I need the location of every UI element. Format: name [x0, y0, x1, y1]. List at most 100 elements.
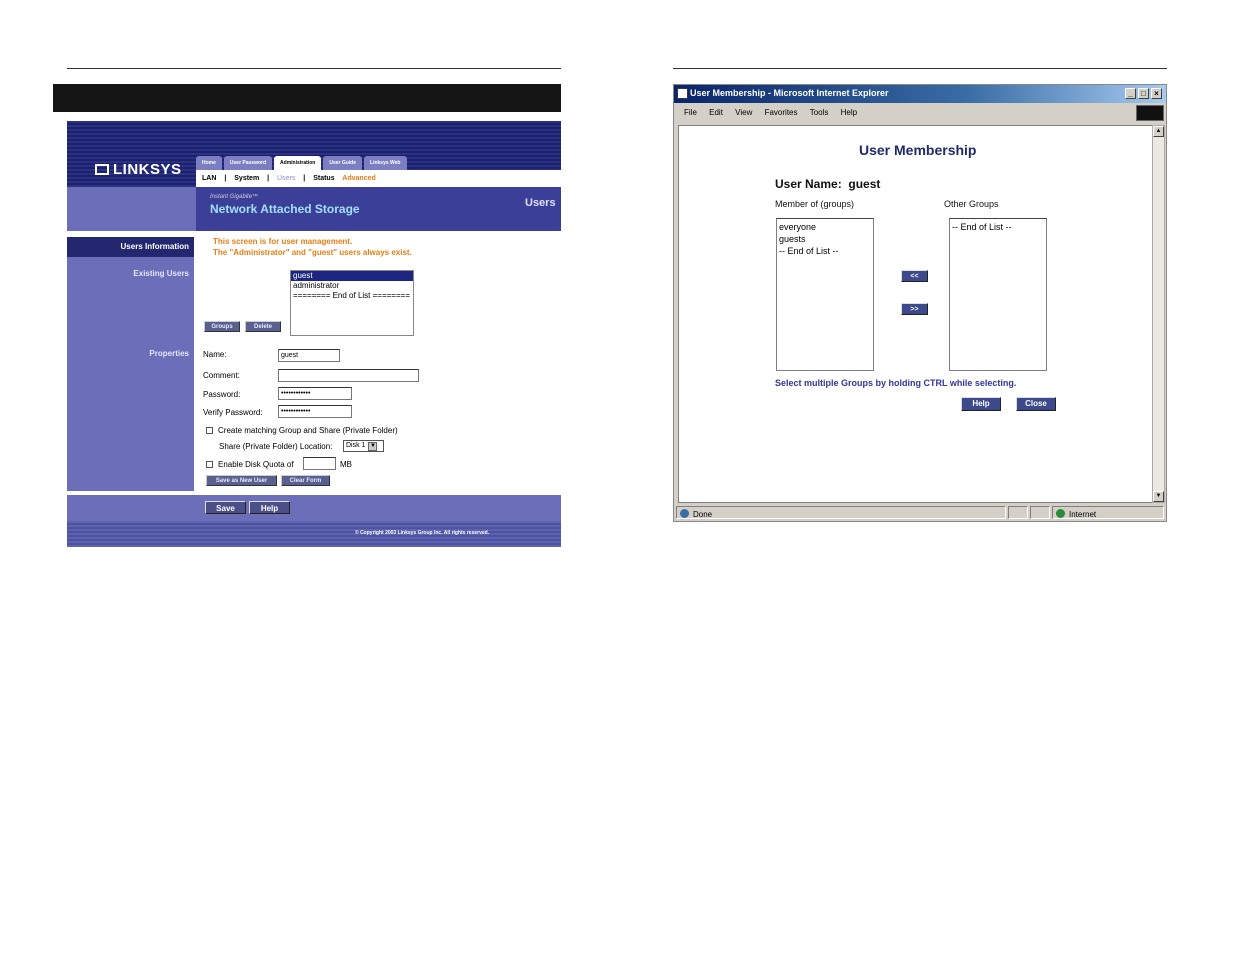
ie-window: User Membership - Microsoft Internet Exp…	[673, 84, 1167, 522]
user-name-value: guest	[848, 177, 881, 191]
list-item[interactable]: ======== End of List ========	[291, 291, 413, 301]
share-location-value: Disk 1	[346, 442, 366, 449]
disk-quota-label: Enable Disk Quota of	[218, 460, 294, 469]
create-group-label: Create matching Group and Share (Private…	[218, 426, 398, 435]
scroll-down-icon[interactable]: ▼	[1153, 491, 1164, 502]
page-done-icon	[680, 509, 689, 518]
menu-help[interactable]: Help	[841, 108, 857, 117]
menu-favorites[interactable]: Favorites	[765, 108, 798, 117]
existing-users-list[interactable]: guest administrator ======== End of List…	[290, 270, 414, 336]
list-item[interactable]: administrator	[291, 281, 413, 291]
list-item[interactable]: guest	[291, 271, 413, 281]
other-groups-label: Other Groups	[944, 199, 999, 209]
tab-administration[interactable]: Administration	[274, 156, 322, 170]
user-name: User Name: guest	[775, 177, 880, 191]
password-field[interactable]: ••••••••••••	[278, 387, 352, 400]
disk-quota-option[interactable]: Enable Disk Quota of	[206, 460, 294, 469]
copyright: © Copyright 2003 Linksys Group Inc. All …	[355, 530, 490, 536]
user-name-label: User Name:	[775, 177, 842, 191]
tab-user-password[interactable]: User Password	[223, 156, 273, 170]
clear-form-button[interactable]: Clear Form	[281, 475, 330, 486]
chevron-down-icon[interactable]: ▼	[368, 441, 378, 451]
main-tabs: Home User Password Administration User G…	[196, 156, 407, 170]
tab-home[interactable]: Home	[196, 156, 222, 170]
subnav-lan[interactable]: LAN	[202, 175, 216, 182]
member-of-label: Member of (groups)	[775, 199, 855, 209]
create-group-checkbox[interactable]	[206, 427, 213, 434]
share-location-select[interactable]: Disk 1 ▼	[343, 440, 384, 452]
status-bar: Done Internet	[676, 505, 1166, 520]
status-cell	[1030, 506, 1050, 519]
linksys-logo-icon	[95, 164, 109, 175]
verify-password-label: Verify Password:	[203, 408, 263, 417]
close-icon[interactable]: ×	[1151, 88, 1162, 99]
list-item[interactable]: everyone	[779, 221, 871, 233]
list-item[interactable]: -- End of List --	[952, 221, 1044, 233]
windows-logo-icon	[1136, 105, 1164, 121]
ie-icon	[677, 88, 688, 99]
close-button[interactable]: Close	[1016, 397, 1056, 411]
other-groups-list[interactable]: -- End of List --	[949, 218, 1047, 371]
move-left-button[interactable]: <<	[901, 270, 928, 282]
subnav-separator: |	[267, 175, 270, 182]
status-main: Done	[676, 506, 1006, 519]
help-button[interactable]: Help	[961, 397, 1001, 411]
tab-user-guide[interactable]: User Guide	[323, 156, 363, 170]
subnav-status[interactable]: Status	[313, 175, 334, 182]
product-name: Network Attached Storage	[210, 202, 360, 216]
sidebar-existing-users: Existing Users	[133, 269, 189, 278]
name-field[interactable]: guest	[278, 349, 340, 362]
status-zone: Internet	[1052, 506, 1164, 519]
maximize-icon[interactable]: □	[1138, 88, 1149, 99]
product-line: Instant Gigabite™	[210, 194, 259, 200]
sub-navigation: LAN | System | Users | Status Advanced	[196, 170, 561, 187]
list-item[interactable]: guests	[779, 233, 871, 245]
vertical-scrollbar[interactable]: ▲ ▼	[1152, 125, 1165, 503]
section-label: Users	[525, 197, 556, 209]
save-button[interactable]: Save	[205, 501, 246, 514]
delete-button[interactable]: Delete	[245, 321, 281, 332]
subnav-system[interactable]: System	[234, 175, 259, 182]
menu-edit[interactable]: Edit	[709, 108, 723, 117]
zone-text: Internet	[1069, 510, 1097, 519]
status-text: Done	[693, 510, 713, 519]
disk-quota-checkbox[interactable]	[206, 461, 213, 468]
top-rule-right	[673, 68, 1167, 69]
verify-password-field[interactable]: ••••••••••••	[278, 405, 352, 418]
subnav-advanced[interactable]: Advanced	[342, 175, 375, 182]
menu-view[interactable]: View	[735, 108, 752, 117]
comment-field[interactable]	[278, 369, 419, 382]
action-bar	[67, 495, 561, 521]
name-label: Name:	[203, 350, 227, 359]
create-group-option[interactable]: Create matching Group and Share (Private…	[206, 426, 398, 435]
disk-quota-unit: MB	[340, 460, 352, 469]
scroll-up-icon[interactable]: ▲	[1153, 126, 1164, 137]
menu-tools[interactable]: Tools	[810, 108, 829, 117]
sidebar-users-information: Users Information	[67, 237, 194, 257]
top-rule-left	[67, 68, 561, 69]
page-title: User Membership	[859, 142, 977, 158]
member-of-list[interactable]: everyone guests -- End of List --	[776, 218, 874, 371]
header-bar	[53, 84, 561, 112]
info-note-line1: This screen is for user management.	[213, 237, 353, 246]
menu-bar: File Edit View Favorites Tools Help	[674, 103, 1166, 122]
comment-label: Comment:	[203, 371, 240, 380]
subnav-separator: |	[303, 175, 306, 182]
list-item[interactable]: -- End of List --	[779, 245, 871, 257]
subnav-separator: |	[224, 175, 227, 182]
password-label: Password:	[203, 390, 241, 399]
minimize-icon[interactable]: _	[1125, 88, 1136, 99]
disk-quota-field[interactable]	[303, 457, 336, 470]
subnav-users[interactable]: Users	[277, 175, 295, 182]
share-location-label: Share (Private Folder) Location:	[219, 442, 333, 451]
menu-file[interactable]: File	[684, 108, 697, 117]
tab-linksys-web[interactable]: Linksys Web	[364, 156, 407, 170]
groups-button[interactable]: Groups	[204, 321, 240, 332]
sidebar-properties: Properties	[149, 349, 189, 358]
info-note-line2: The "Administrator" and "guest" users al…	[213, 248, 412, 257]
save-as-new-user-button[interactable]: Save as New User	[206, 475, 277, 486]
page-content: User Membership User Name: guest Member …	[678, 125, 1152, 503]
linksys-users-screen: LINKSYS Home User Password Administratio…	[67, 121, 561, 547]
move-right-button[interactable]: >>	[901, 303, 928, 315]
help-button[interactable]: Help	[249, 501, 290, 514]
